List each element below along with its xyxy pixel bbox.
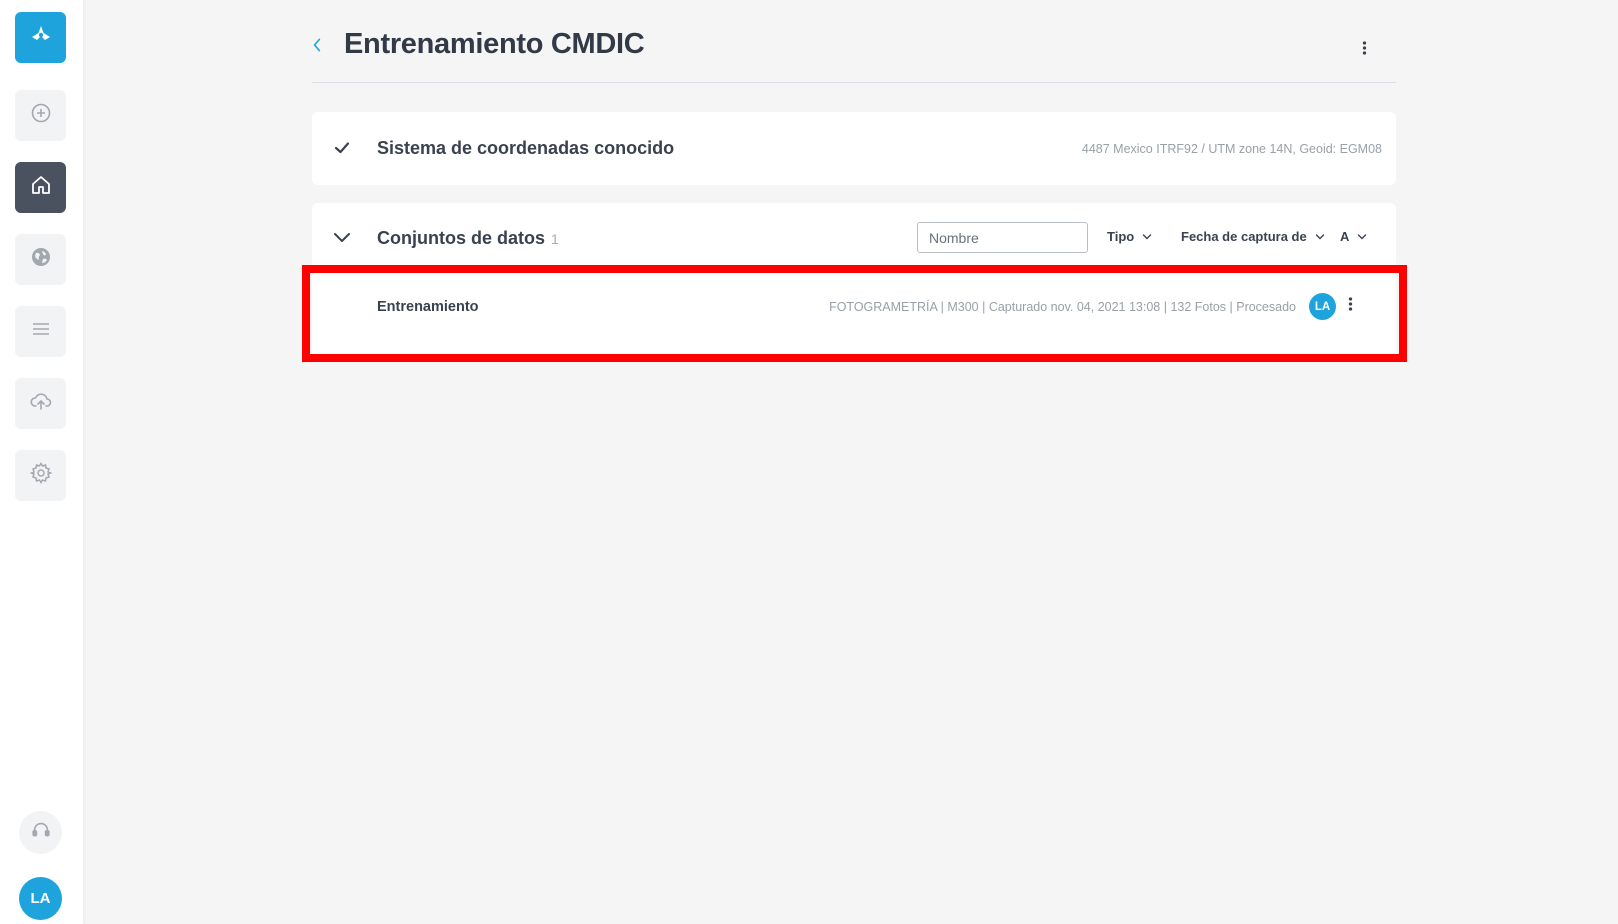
support-button[interactable] <box>19 811 62 854</box>
datasets-title: Conjuntos de datos 1 <box>377 228 559 249</box>
dataset-name: Entrenamiento <box>377 299 479 315</box>
user-initials: LA <box>30 890 51 907</box>
chevron-down-icon <box>1358 233 1367 239</box>
more-vertical-icon <box>1362 40 1367 61</box>
home-icon <box>29 173 53 202</box>
chevron-down-icon <box>1143 233 1152 239</box>
cloud-upload-icon <box>29 389 53 418</box>
sort-order-dropdown[interactable]: A <box>1340 229 1367 244</box>
chevron-down-icon <box>334 233 350 242</box>
dataset-row[interactable]: Entrenamiento FOTOGRAMETRÍA | M300 | Cap… <box>312 270 1396 348</box>
upload-button[interactable] <box>15 378 66 429</box>
project-more-button[interactable] <box>1356 38 1372 62</box>
home-button[interactable] <box>15 162 66 213</box>
user-avatar[interactable]: LA <box>19 877 62 920</box>
drone-logo-icon <box>29 23 53 52</box>
headset-icon <box>30 819 52 846</box>
dataset-name-search-input[interactable] <box>917 222 1088 253</box>
explore-button[interactable] <box>15 234 66 285</box>
new-project-button[interactable] <box>15 90 66 141</box>
plus-circle-icon <box>29 101 53 130</box>
dataset-owner-avatar: LA <box>1309 293 1336 320</box>
list-icon <box>29 317 53 346</box>
dataset-more-button[interactable] <box>1342 294 1358 318</box>
globe-icon <box>29 245 53 274</box>
type-filter-label: Tipo <box>1107 229 1135 244</box>
type-filter-dropdown[interactable]: Tipo <box>1107 229 1152 244</box>
check-icon <box>332 138 352 158</box>
collapse-datasets-button[interactable] <box>332 227 352 247</box>
coordinate-system-value: 4487 Mexico ITRF92 / UTM zone 14N, Geoid… <box>1081 142 1382 156</box>
chevron-left-icon <box>312 37 322 58</box>
datasets-count: 1 <box>551 231 559 247</box>
capture-date-sort-dropdown[interactable]: Fecha de captura de <box>1181 229 1325 244</box>
coordinate-system-title: Sistema de coordenadas conocido <box>377 138 675 158</box>
capture-date-sort-label: Fecha de captura de <box>1181 229 1307 244</box>
settings-button[interactable] <box>15 450 66 501</box>
more-vertical-icon <box>1348 296 1353 317</box>
dataset-meta: FOTOGRAMETRÍA | M300 | Capturado nov. 04… <box>829 300 1296 314</box>
gear-icon <box>28 461 53 490</box>
datasets-card: Conjuntos de datos 1 Tipo Fecha de captur… <box>312 203 1396 358</box>
logo-button[interactable] <box>15 12 66 63</box>
header-divider <box>312 82 1396 83</box>
list-button[interactable] <box>15 306 66 357</box>
sort-order-label: A <box>1340 229 1350 244</box>
back-button[interactable] <box>312 35 328 59</box>
chevron-down-icon <box>1315 233 1324 239</box>
datasets-title-text: Conjuntos de datos <box>377 228 545 248</box>
page-title: Entrenamiento CMDIC <box>344 28 645 60</box>
coordinate-system-card: Sistema de coordenadas conocido 4487 Mex… <box>312 112 1396 185</box>
sidebar: LA <box>0 0 83 924</box>
